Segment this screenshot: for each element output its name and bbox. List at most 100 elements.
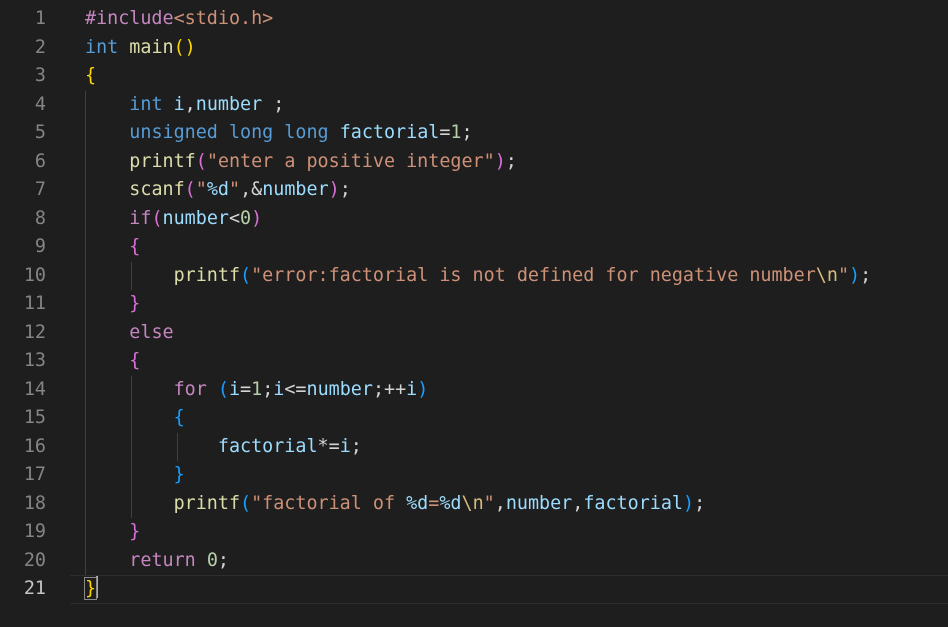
code-token: ;++	[372, 378, 407, 400]
code-token: }	[129, 293, 141, 314]
line-number: 15	[23, 407, 46, 428]
code-token: number	[195, 93, 263, 115]
code-token: ;	[262, 378, 274, 400]
code-line[interactable]: 15 {	[0, 404, 948, 433]
code-token: <	[228, 207, 241, 229]
code-token: number	[505, 492, 573, 514]
code-line[interactable]: 19 }	[0, 518, 948, 547]
code-token: )	[849, 264, 861, 286]
line-number: 20	[23, 549, 46, 571]
code-token: i	[228, 378, 241, 400]
code-line[interactable]: 2 int main()	[0, 34, 948, 63]
line-code: }	[83, 575, 99, 604]
code-token: return	[129, 549, 196, 571]
line-code: int i,number ;	[85, 91, 284, 120]
code-token: factorial	[217, 435, 318, 457]
code-line[interactable]: 17 }	[0, 461, 948, 490]
code-token: number	[306, 378, 373, 400]
code-token: else	[129, 321, 174, 343]
code-token: printf	[173, 492, 241, 514]
line-number: 14	[23, 378, 46, 400]
code-token: "error:factorial is not defined for nega…	[251, 264, 816, 286]
code-token: "factorial of	[251, 492, 407, 514]
code-line[interactable]: 6 printf("enter a positive integer");	[0, 147, 948, 177]
code-line[interactable]: 8 if(number<0)	[0, 204, 948, 234]
code-line[interactable]: 9 {	[0, 233, 948, 262]
code-line[interactable]: 18 printf("factorial of %d=%d\n",number,…	[0, 489, 948, 519]
code-token: printf	[173, 264, 241, 286]
code-line[interactable]: 16 factorial*=i;	[0, 432, 948, 461]
code-token: #include	[85, 8, 174, 29]
line-number: 6	[34, 150, 46, 172]
code-line[interactable]: 3{	[0, 62, 948, 91]
code-line[interactable]: 12 else	[0, 318, 948, 348]
code-token: "	[195, 179, 207, 200]
code-token: %d	[439, 492, 462, 514]
code-line[interactable]: 13 {	[0, 347, 948, 376]
line-number: 1	[34, 8, 46, 29]
line-number: 21	[23, 578, 46, 599]
code-line[interactable]: 7 scanf("%d",&number);	[0, 176, 948, 205]
line-code: }	[85, 461, 185, 490]
code-token: i	[173, 93, 185, 115]
code-token: ;	[339, 179, 351, 200]
code-token: %d	[206, 179, 229, 200]
line-number: 4	[34, 93, 46, 115]
code-line[interactable]: 1 #include<stdio.h>	[0, 5, 948, 34]
code-line[interactable]: 11 }	[0, 290, 948, 319]
code-token: *=	[317, 435, 340, 457]
code-token: 0	[240, 207, 252, 229]
code-token: ;	[350, 435, 362, 457]
code-token: ()	[173, 36, 196, 58]
code-token: scanf	[129, 179, 185, 200]
code-line[interactable]: 21}	[0, 575, 948, 604]
code-token: i	[339, 435, 351, 457]
code-token: ,&	[240, 179, 263, 200]
code-token: }	[83, 577, 98, 600]
line-number: 19	[23, 521, 46, 542]
line-code: printf("factorial of %d=%d\n",number,fac…	[85, 490, 706, 519]
text-cursor	[96, 576, 99, 598]
code-token: ,	[184, 93, 196, 115]
code-token: printf	[129, 150, 196, 172]
code-token: 0	[206, 549, 218, 571]
code-editor[interactable]: 1 #include<stdio.h> 2 int main() 3{4 int i,n…	[0, 5, 948, 604]
code-line[interactable]: 20 return 0;	[0, 546, 948, 575]
code-line[interactable]: 5 unsigned long long factorial=1;	[0, 119, 948, 148]
code-line[interactable]: 4 int i,number ;	[0, 90, 948, 120]
code-token: ;	[694, 492, 706, 514]
line-code: else	[85, 319, 174, 348]
code-token: ,	[572, 492, 584, 514]
line-code: scanf("%d",&number);	[85, 176, 351, 205]
code-token: {	[85, 65, 97, 86]
line-code: printf("enter a positive integer");	[85, 148, 517, 177]
code-token: (	[151, 207, 163, 229]
line-code: unsigned long long factorial=1;	[85, 119, 472, 148]
code-token: "	[483, 492, 495, 514]
code-token: "enter a positive integer"	[206, 150, 495, 172]
line-number: 10	[23, 264, 46, 286]
code-token: "	[837, 264, 850, 286]
code-token: int	[129, 93, 163, 115]
line-code: if(number<0)	[85, 205, 262, 234]
line-number: 12	[23, 321, 46, 343]
line-code: int main()	[85, 34, 196, 63]
code-line[interactable]: 10 printf("error:factorial is not define…	[0, 261, 948, 290]
code-token: }	[173, 464, 185, 485]
code-line[interactable]: 14 for (i=1;i<=number;++i)	[0, 375, 948, 405]
line-code: for (i=1;i<=number;++i)	[85, 376, 429, 405]
code-token: <stdio.h>	[173, 8, 274, 29]
code-token: ,	[494, 492, 506, 514]
